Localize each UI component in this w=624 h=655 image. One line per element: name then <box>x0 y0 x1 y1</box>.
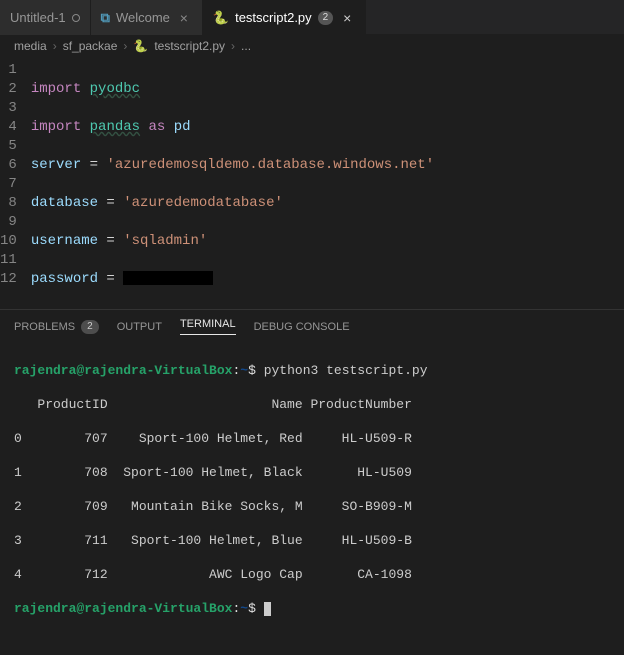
tab-terminal[interactable]: TERMINAL <box>180 318 236 335</box>
chevron-right-icon: › <box>231 39 235 53</box>
table-row: 0 707 Sport-100 Helmet, Red HL-U509-R <box>14 430 610 447</box>
vscode-icon: ⧉ <box>101 10 110 26</box>
breadcrumb-segment[interactable]: testscript2.py <box>154 39 225 53</box>
line-gutter: 123456789101112 <box>0 57 31 309</box>
breadcrumb-more[interactable]: ... <box>241 39 251 53</box>
table-row: 4 712 AWC Logo Cap CA-1098 <box>14 566 610 583</box>
code-content[interactable]: import pyodbc import pandas as pd server… <box>31 57 624 309</box>
tab-output[interactable]: OUTPUT <box>117 321 162 333</box>
python-icon: 🐍 <box>213 10 229 26</box>
tab-label: testscript2.py <box>235 10 312 25</box>
table-header: ProductID Name ProductNumber <box>14 396 610 413</box>
breadcrumb-segment[interactable]: media <box>14 39 47 53</box>
tab-label: Welcome <box>116 10 170 25</box>
tab-debug-console[interactable]: DEBUG CONSOLE <box>254 321 350 333</box>
tab-label: Untitled-1 <box>10 10 66 25</box>
table-row: 1 708 Sport-100 Helmet, Black HL-U509 <box>14 464 610 481</box>
panel-tabs: PROBLEMS 2 OUTPUT TERMINAL DEBUG CONSOLE <box>0 310 624 341</box>
modified-dot-icon <box>72 14 80 22</box>
bottom-panel: PROBLEMS 2 OUTPUT TERMINAL DEBUG CONSOLE… <box>0 309 624 655</box>
problems-badge: 2 <box>318 11 334 25</box>
chevron-right-icon: › <box>123 39 127 53</box>
tab-welcome[interactable]: ⧉ Welcome × <box>91 0 203 35</box>
terminal-cursor <box>264 602 271 616</box>
terminal-content[interactable]: rajendra@rajendra-VirtualBox:~$ python3 … <box>0 341 624 655</box>
tab-problems[interactable]: PROBLEMS 2 <box>14 320 99 334</box>
python-icon: 🐍 <box>133 39 148 53</box>
table-row: 2 709 Mountain Bike Socks, M SO-B909-M <box>14 498 610 515</box>
chevron-right-icon: › <box>53 39 57 53</box>
tab-testscript2-py[interactable]: 🐍 testscript2.py 2 × <box>203 0 366 35</box>
code-editor[interactable]: 123456789101112 import pyodbc import pan… <box>0 57 624 309</box>
breadcrumb[interactable]: media › sf_packae › 🐍 testscript2.py › .… <box>0 35 624 57</box>
table-row: 3 711 Sport-100 Helmet, Blue HL-U509-B <box>14 532 610 549</box>
problems-count-badge: 2 <box>81 320 99 334</box>
redacted-password <box>123 271 213 285</box>
tab-untitled-1[interactable]: Untitled-1 <box>0 0 91 35</box>
close-icon[interactable]: × <box>339 10 355 26</box>
editor-tabs: Untitled-1 ⧉ Welcome × 🐍 testscript2.py … <box>0 0 624 35</box>
close-icon[interactable]: × <box>176 10 192 26</box>
breadcrumb-segment[interactable]: sf_packae <box>63 39 118 53</box>
